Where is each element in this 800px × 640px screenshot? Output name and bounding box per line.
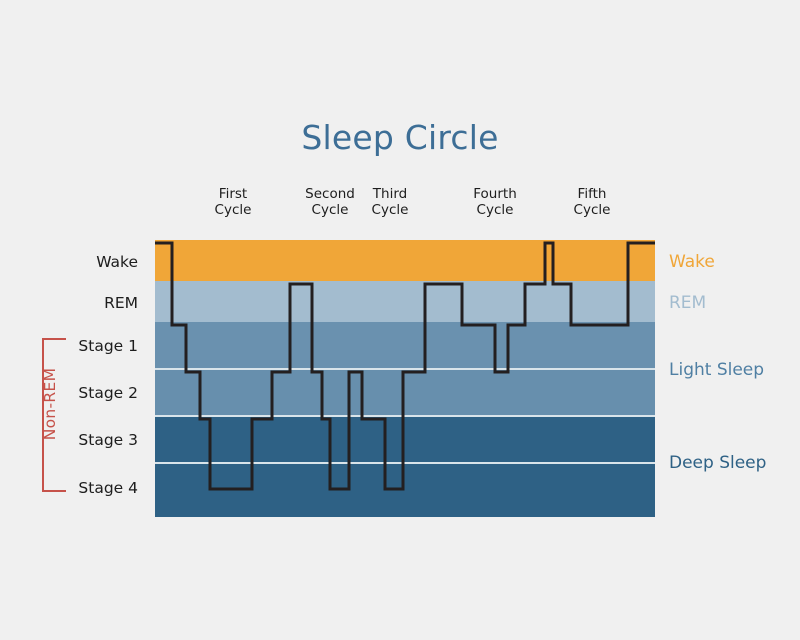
legend-label-light-sleep: Light Sleep <box>669 360 765 380</box>
band-wake <box>155 240 655 281</box>
stage-bands <box>155 240 655 517</box>
legend-label-deep-sleep: Deep Sleep <box>669 453 767 473</box>
band-stage-3 <box>155 416 655 463</box>
band-rem <box>155 281 655 322</box>
hypnogram-chart <box>155 240 655 517</box>
legend-label-wake: Wake <box>669 252 715 272</box>
band-stage-2 <box>155 369 655 416</box>
sleep-cycle-infographic: Sleep Circle First Cycle Second Cycle Third C… <box>0 0 800 640</box>
band-stage-1 <box>155 322 655 369</box>
legend-label-rem: REM <box>669 293 707 313</box>
